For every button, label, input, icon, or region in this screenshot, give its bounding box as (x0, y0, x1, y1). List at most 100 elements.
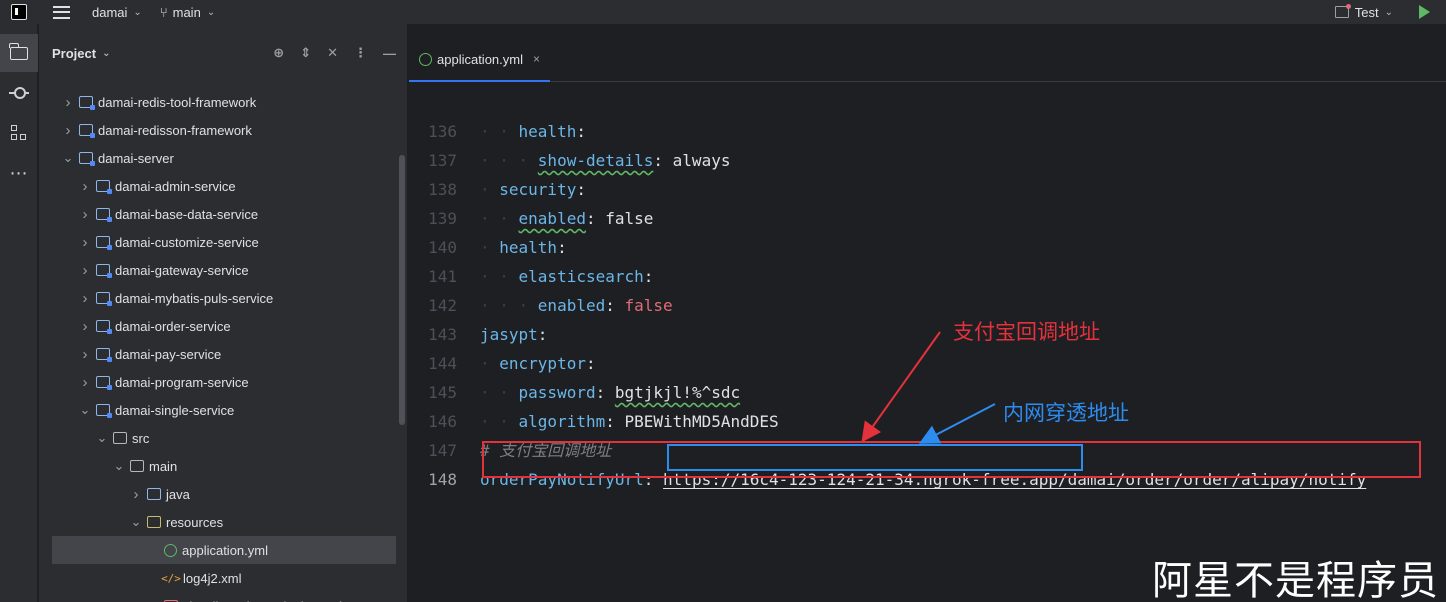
yaml-key: password (518, 383, 596, 402)
tree-node[interactable]: › damai-pay-service (39, 340, 408, 368)
chevron-right-icon[interactable]: › (61, 94, 75, 111)
hide-panel-icon[interactable]: — (383, 46, 396, 61)
yaml-separator: : (605, 412, 615, 431)
chevron-right-icon[interactable]: › (78, 290, 92, 307)
tree-node[interactable]: ⌄ damai-single-service (39, 396, 408, 424)
expand-all-icon[interactable]: ⇕ (300, 45, 311, 61)
code-line: · · password: bgtjkjl!%^sdc (480, 378, 740, 407)
branch-switcher[interactable]: ⑂ main ⌄ (160, 5, 215, 20)
collapse-all-icon[interactable]: ✕ (327, 45, 338, 61)
project-tree-scrollbar[interactable] (399, 155, 405, 425)
module-icon (96, 264, 112, 278)
chevron-right-icon[interactable]: › (78, 206, 92, 223)
line-number: 140 (428, 238, 457, 257)
chevron-down-icon[interactable]: ⌄ (112, 458, 126, 474)
project-tool-button[interactable] (0, 34, 38, 72)
chevron-right-icon[interactable]: › (78, 374, 92, 391)
more-tools-icon[interactable]: ⋯ (0, 154, 38, 192)
tree-node[interactable]: › damai-program-service (39, 368, 408, 396)
chevron-right-icon[interactable]: › (129, 486, 143, 503)
yaml-key: encryptor (499, 354, 586, 373)
folder-icon (113, 432, 127, 444)
tree-node[interactable]: Yshardingsphere-single.yaml (39, 592, 408, 602)
module-icon (96, 180, 112, 194)
options-menu-icon[interactable]: ⋮ (354, 45, 367, 61)
tree-node[interactable]: › damai-order-service (39, 312, 408, 340)
module-icon (96, 208, 112, 222)
tree-node-label: resources (166, 514, 224, 530)
tree-node[interactable]: › damai-admin-service (39, 172, 408, 200)
chevron-right-icon[interactable]: › (78, 234, 92, 251)
tree-node-label: damai-single-service (115, 402, 235, 418)
chevron-right-icon[interactable]: › (78, 318, 92, 335)
main-menu-icon[interactable] (53, 5, 70, 19)
indent-guide: · · · (480, 296, 538, 315)
module-icon (96, 320, 112, 334)
run-configuration-selector[interactable]: Test ⌄ (1334, 4, 1393, 20)
tree-node-label: log4j2.xml (183, 570, 242, 586)
tree-node-label: damai-gateway-service (115, 262, 249, 278)
line-number: 148 (428, 470, 457, 489)
code-line: · · health: (480, 117, 586, 146)
line-number: 143 (428, 325, 457, 344)
chevron-right-icon[interactable]: › (78, 262, 92, 279)
chevron-down-icon[interactable]: ⌄ (133, 7, 141, 18)
run-config-name: Test (1354, 4, 1379, 20)
intellij-logo-icon[interactable] (11, 4, 27, 20)
indent-guide: · · (480, 122, 519, 141)
editor-area: application.yml × 136 137 138 139 140 141 142 1… (409, 24, 1446, 602)
tree-node[interactable]: ⌄ resources (39, 508, 408, 536)
module-icon (96, 404, 112, 418)
yaml-separator: : (585, 354, 596, 373)
line-number: 136 (428, 122, 457, 141)
chevron-right-icon[interactable]: › (61, 122, 75, 139)
watermark-text: 阿星不是程序员 (1152, 558, 1439, 602)
close-tab-icon[interactable]: × (533, 52, 540, 66)
tree-node[interactable]: › damai-redis-tool-framework (39, 88, 408, 116)
chevron-down-icon[interactable]: ⌄ (95, 430, 109, 446)
xml-file-icon: </> (161, 571, 181, 585)
commit-tool-button[interactable] (0, 74, 38, 112)
tree-node-label: damai-redisson-framework (98, 122, 252, 138)
tree-node[interactable]: › damai-gateway-service (39, 256, 408, 284)
project-view-selector[interactable]: Project (52, 46, 96, 61)
locate-file-icon[interactable]: ⊕ (273, 45, 284, 61)
chevron-right-icon[interactable]: › (78, 346, 92, 363)
tree-node[interactable]: ⌄ main (39, 452, 408, 480)
chevron-down-icon[interactable]: ⌄ (61, 150, 75, 166)
structure-tool-button[interactable] (0, 114, 38, 152)
chevron-right-icon[interactable]: › (78, 178, 92, 195)
tree-node[interactable]: › damai-mybatis-puls-service (39, 284, 408, 312)
title-bar: damai ⌄ ⑂ main ⌄ Test ⌄ (0, 0, 1446, 24)
tree-node-label: src (132, 430, 150, 446)
yaml-separator: : (585, 209, 596, 228)
tree-node[interactable]: </> log4j2.xml (39, 564, 408, 592)
chevron-down-icon[interactable]: ⌄ (102, 48, 110, 59)
tree-node[interactable]: › java (39, 480, 408, 508)
branch-name: main (172, 4, 201, 20)
tree-node[interactable]: › damai-base-data-service (39, 200, 408, 228)
tree-node[interactable]: › damai-customize-service (39, 228, 408, 256)
line-number: 138 (428, 180, 457, 199)
tree-node-label: damai-program-service (115, 374, 249, 390)
tree-node-label: damai-customize-service (115, 234, 259, 250)
line-number: 137 (428, 151, 457, 170)
chevron-down-icon[interactable]: ⌄ (129, 514, 143, 530)
tab-application-yml[interactable]: application.yml × (409, 36, 551, 82)
chevron-down-icon[interactable]: ⌄ (78, 402, 92, 418)
resources-folder-icon (147, 516, 161, 528)
project-switcher[interactable]: damai (92, 5, 127, 20)
indent-guide: · · (480, 209, 519, 228)
tree-node[interactable]: ⌄ damai-server (39, 144, 408, 172)
line-number: 144 (428, 354, 457, 373)
yaml-separator: : (653, 151, 664, 170)
tree-node[interactable]: application.yml (52, 536, 396, 564)
indent-guide: · · (480, 267, 519, 286)
tree-node-label: shardingsphere-single.yaml (183, 599, 342, 602)
tree-node[interactable]: ⌄ src (39, 424, 408, 452)
yaml-value: always (663, 151, 731, 170)
yaml-key: show-details (537, 151, 654, 170)
run-icon[interactable] (1419, 5, 1430, 19)
tree-node[interactable]: › damai-redisson-framework (39, 116, 408, 144)
tab-label: application.yml (437, 51, 523, 67)
